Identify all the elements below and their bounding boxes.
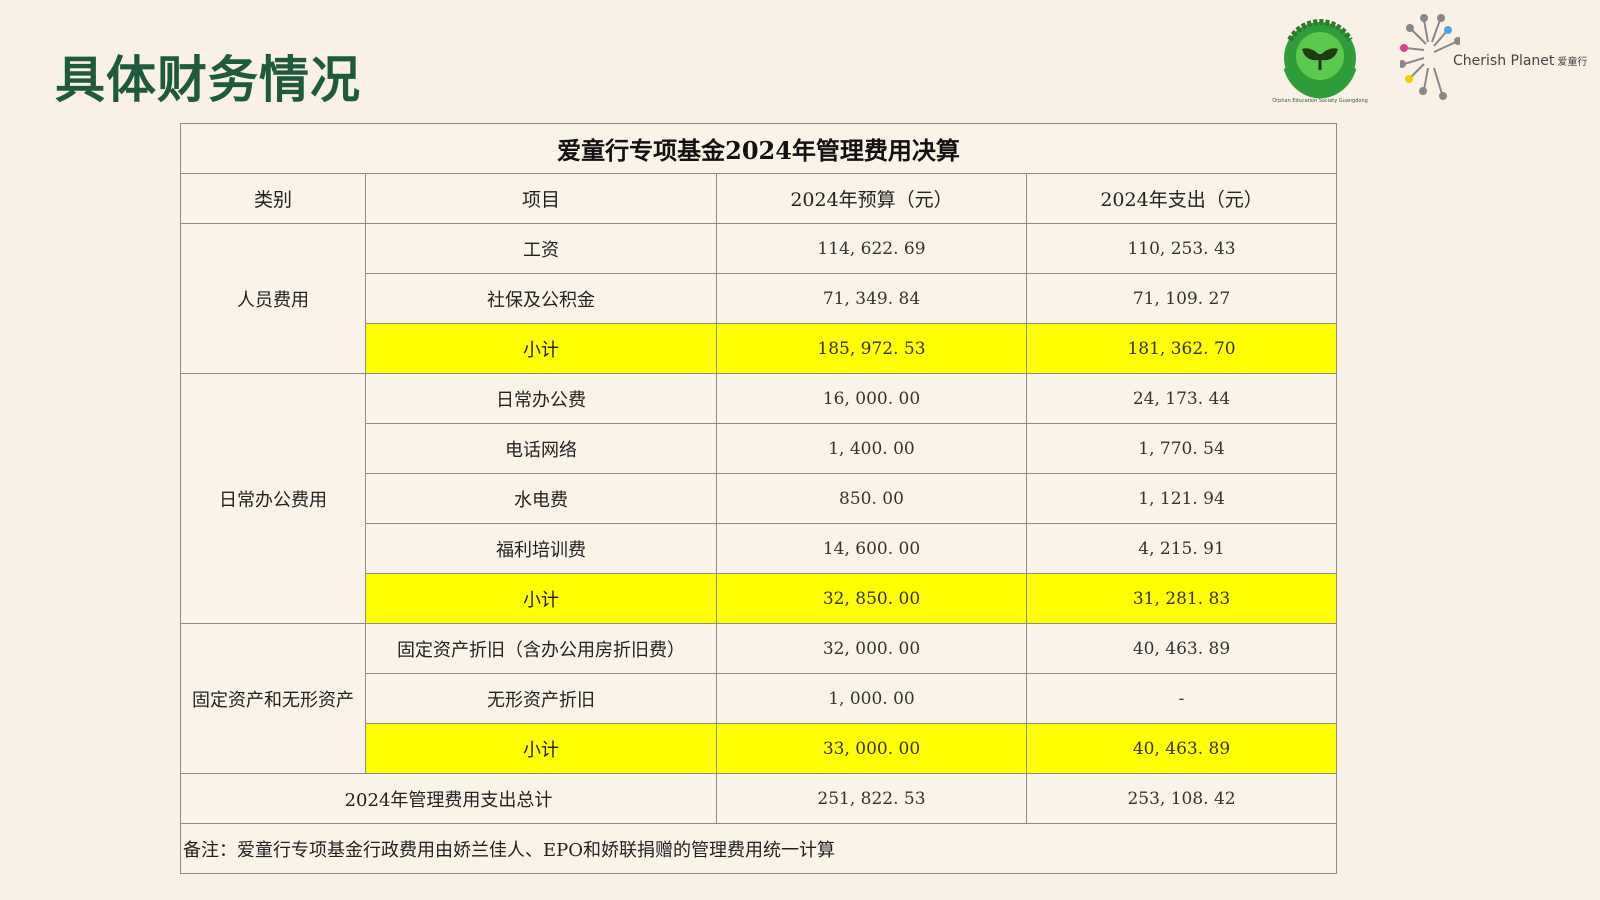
category-cell: 人员费用	[180, 223, 366, 374]
cherish-planet-cn-name: 爱童行	[1557, 57, 1588, 68]
item-cell: 社保及公积金	[365, 273, 717, 324]
expense-table: 爱童行专项基金2024年管理费用决算 类别 项目 2024年预算（元） 2024…	[179, 123, 1338, 874]
budget-cell: 14, 600. 00	[716, 523, 1027, 574]
cherish-planet-logo: Cherish Planet 爱童行	[1400, 12, 1590, 102]
actual-cell: 40, 463. 89	[1025, 623, 1338, 674]
total-actual: 253, 108. 42	[1025, 773, 1338, 824]
actual-cell: -	[1025, 673, 1338, 724]
budget-cell: 114, 622. 69	[716, 223, 1027, 274]
header-category: 类别	[180, 173, 366, 224]
header-actual: 2024年支出（元）	[1025, 173, 1338, 224]
note-row: 备注：爱童行专项基金行政费用由娇兰佳人、EPO和娇联捐赠的管理费用统一计算	[179, 823, 1338, 874]
subtotal-label: 小计	[365, 723, 717, 774]
subtotal-label: 小计	[365, 573, 717, 624]
table-row: 人员费用 工资 114, 622. 69 110, 253. 43	[180, 223, 1338, 374]
table-title: 爱童行专项基金2024年管理费用决算	[179, 123, 1338, 174]
table-row: 固定资产和无形资产 固定资产折旧（含办公用房折旧费） 32, 000. 00 40, …	[180, 623, 1338, 774]
header-item: 项目	[365, 173, 717, 224]
subtotal-actual: 40, 463. 89	[1025, 723, 1338, 774]
table-caption-row: 爱童行专项基金2024年管理费用决算	[179, 123, 1338, 174]
subtotal-actual: 31, 281. 83	[1025, 573, 1338, 624]
item-cell: 工资	[365, 223, 717, 274]
item-cell: 固定资产折旧（含办公用房折旧费）	[365, 623, 717, 674]
cherish-planet-name: Cherish Planet	[1453, 53, 1555, 69]
actual-cell: 71, 109. 27	[1025, 273, 1338, 324]
budget-cell: 1, 000. 00	[716, 673, 1027, 724]
budget-cell: 32, 000. 00	[716, 623, 1027, 674]
actual-cell: 110, 253. 43	[1025, 223, 1338, 274]
actual-cell: 1, 770. 54	[1025, 423, 1338, 474]
item-cell: 福利培训费	[365, 523, 717, 574]
total-label: 2024年管理费用支出总计	[180, 773, 717, 824]
budget-cell: 850. 00	[716, 473, 1027, 524]
subtotal-actual: 181, 362. 70	[1025, 323, 1338, 374]
table-note: 备注：爱童行专项基金行政费用由娇兰佳人、EPO和娇联捐赠的管理费用统一计算	[179, 823, 1338, 874]
item-cell: 无形资产折旧	[365, 673, 717, 724]
budget-cell: 16, 000. 00	[716, 373, 1027, 424]
total-budget: 251, 822. 53	[716, 773, 1027, 824]
subtotal-label: 小计	[365, 323, 717, 374]
actual-cell: 4, 215. 91	[1025, 523, 1338, 574]
table-row: 日常办公费用 日常办公费 16, 000. 00 24, 173. 44	[180, 373, 1338, 624]
subtotal-budget: 32, 850. 00	[716, 573, 1027, 624]
budget-cell: 1, 400. 00	[716, 423, 1027, 474]
subtotal-budget: 185, 972. 53	[716, 323, 1027, 374]
category-cell: 日常办公费用	[180, 373, 366, 624]
society-logo: Orphan Education Society Guangdong	[1268, 12, 1372, 108]
grand-total-row: 2024年管理费用支出总计 251, 822. 53 253, 108. 42	[180, 773, 1338, 824]
society-logo-caption: Orphan Education Society Guangdong	[1272, 98, 1368, 104]
page-title: 具体财务情况	[55, 51, 361, 109]
pin-burst-icon	[1400, 14, 1460, 100]
item-cell: 水电费	[365, 473, 717, 524]
header-budget: 2024年预算（元）	[716, 173, 1027, 224]
item-cell: 电话网络	[365, 423, 717, 474]
actual-cell: 24, 173. 44	[1025, 373, 1338, 424]
seedling-emblem-icon	[1283, 19, 1357, 99]
cherish-planet-wordmark: Cherish Planet 爱童行	[1453, 53, 1587, 69]
subtotal-budget: 33, 000. 00	[716, 723, 1027, 774]
category-cell: 固定资产和无形资产	[180, 623, 366, 774]
budget-cell: 71, 349. 84	[716, 273, 1027, 324]
item-cell: 日常办公费	[365, 373, 717, 424]
table-header-row: 类别 项目 2024年预算（元） 2024年支出（元）	[180, 173, 1338, 224]
actual-cell: 1, 121. 94	[1025, 473, 1338, 524]
